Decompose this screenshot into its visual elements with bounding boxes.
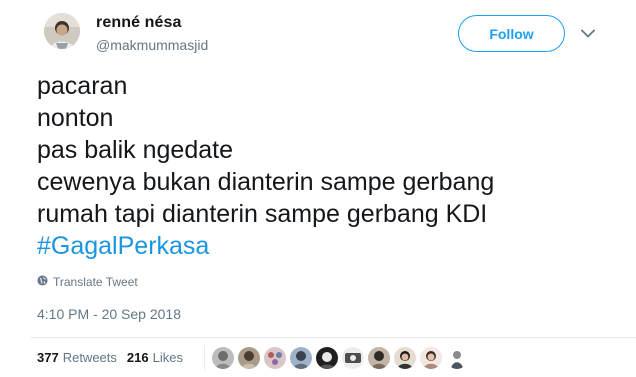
- tweet-timestamp[interactable]: 4:10 PM - 20 Sep 2018: [37, 306, 181, 322]
- tweet-text-line: pas balik ngedate: [37, 136, 233, 164]
- tweet-text-line: rumah tapi dianterin sampe gerbang KDI: [37, 200, 488, 228]
- divider: [30, 337, 636, 338]
- translate-tweet-link[interactable]: Translate Tweet: [37, 275, 138, 289]
- retweets-count: 377: [37, 350, 59, 365]
- user-display-name[interactable]: renné nésa: [96, 14, 181, 32]
- follow-button[interactable]: Follow: [458, 15, 565, 52]
- tweet-text-line: cewenya bukan dianterin sampe gerbang: [37, 168, 495, 196]
- tweet-text-line: pacaran: [37, 72, 128, 100]
- tweet-card: renné nésa @makmummasjid Follow pacaran …: [0, 0, 636, 377]
- liker-avatar[interactable]: [264, 347, 286, 369]
- hashtag-link[interactable]: #GagalPerkasa: [37, 230, 627, 262]
- likes-stat[interactable]: 216 Likes: [127, 350, 183, 365]
- likes-label: Likes: [152, 350, 183, 365]
- translate-label: Translate Tweet: [53, 275, 138, 289]
- globe-icon: [37, 275, 48, 289]
- retweets-label: Retweets: [62, 350, 117, 365]
- liker-avatar[interactable]: [394, 347, 416, 369]
- liker-avatar[interactable]: [290, 347, 312, 369]
- stats-divider: [204, 345, 205, 371]
- liker-avatars: [212, 347, 468, 369]
- liker-avatar[interactable]: [316, 347, 338, 369]
- tweet-text-line: nonton: [37, 104, 114, 132]
- liker-avatar[interactable]: [368, 347, 390, 369]
- tweet-text: pacaran nonton pas balik ngedate cewenya…: [37, 70, 627, 262]
- chevron-down-icon[interactable]: [580, 27, 596, 39]
- liker-avatar[interactable]: [420, 347, 442, 369]
- liker-avatar[interactable]: [446, 347, 468, 369]
- user-avatar[interactable]: [44, 13, 80, 49]
- retweets-stat[interactable]: 377 Retweets: [37, 350, 117, 365]
- liker-avatar[interactable]: [238, 347, 260, 369]
- likes-count: 216: [126, 350, 149, 365]
- liker-avatar[interactable]: [212, 347, 234, 369]
- user-handle[interactable]: @makmummasjid: [96, 37, 208, 53]
- tweet-stats: 377 Retweets 216 Likes: [37, 350, 183, 365]
- liker-avatar[interactable]: [342, 347, 364, 369]
